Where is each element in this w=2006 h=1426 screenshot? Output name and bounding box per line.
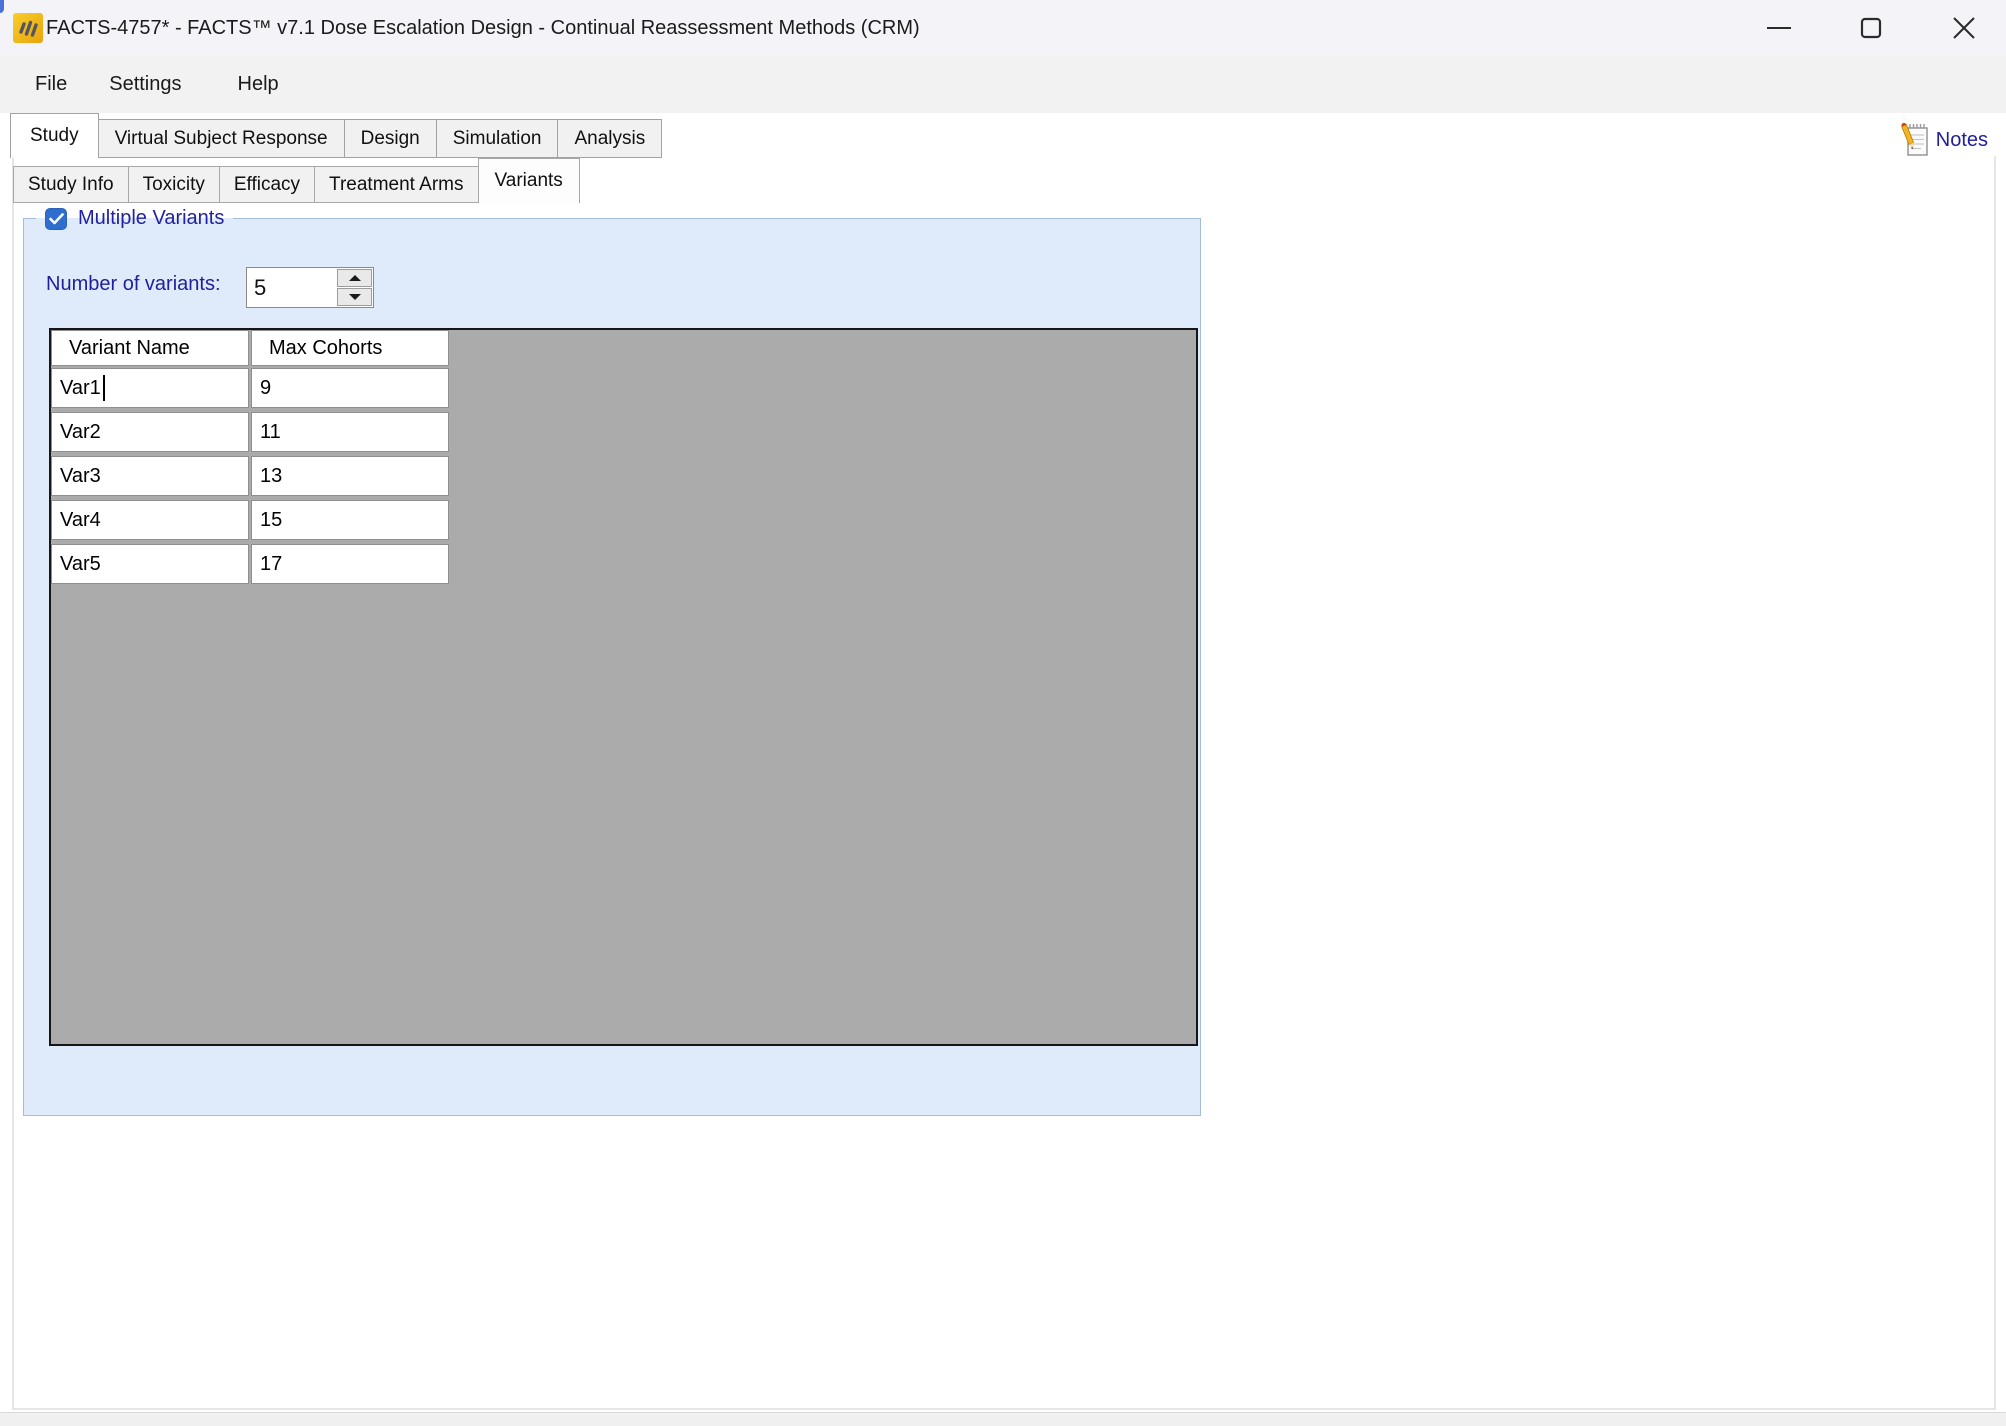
tab-efficacy[interactable]: Efficacy (219, 166, 315, 203)
checkmark-icon (49, 213, 64, 225)
menu-item-settings[interactable]: Settings (105, 67, 185, 102)
minimize-button[interactable] (1747, 0, 1811, 56)
menu-items: File Settings Help (31, 56, 283, 113)
max-cohorts-cell[interactable]: 13 (251, 456, 449, 496)
max-cohorts-value: 13 (260, 465, 282, 488)
variant-table: Variant NameMax Cohorts Var1 9 Var2 11 Var3 13… (49, 328, 1198, 1046)
tab-toxicity[interactable]: Toxicity (128, 166, 220, 203)
multiple-variants-checkbox[interactable] (45, 208, 67, 230)
menu-bar: FileSettingsHelp Notes (0, 56, 2006, 113)
table-row: Var3 13 (51, 456, 1196, 496)
spinner-up-icon (349, 275, 361, 281)
max-cohorts-cell[interactable]: 9 (251, 368, 449, 408)
tab-analysis[interactable]: Analysis (557, 119, 662, 158)
variant-name-value: Var2 (60, 421, 101, 444)
multiple-variants-label: Multiple Variants (78, 207, 224, 230)
variant-name-cell[interactable]: Var1 (51, 368, 249, 408)
notes-button[interactable]: Notes (1898, 116, 1988, 164)
maximize-icon (1858, 15, 1884, 41)
close-icon (1951, 15, 1977, 41)
window-bottom-strip (0, 1412, 2006, 1426)
max-cohorts-value: 17 (260, 553, 282, 576)
tab-variants[interactable]: Variants (478, 158, 580, 203)
table-header-row: Variant NameMax Cohorts (51, 330, 1196, 366)
variant-grid: Variant NameMax Cohorts Var1 9 Var2 11 Var3 13… (51, 330, 1196, 584)
multiple-variants-panel: Multiple Variants Number of variants: 5 … (23, 207, 1201, 1116)
maximize-button[interactable] (1839, 0, 1903, 56)
number-of-variants-spinner[interactable]: 5 (246, 267, 374, 308)
tab-treatment-arms[interactable]: Treatment Arms (314, 166, 478, 203)
table-row: Var5 17 (51, 544, 1196, 584)
variant-name-value: Var5 (60, 553, 101, 576)
variant-name-cell[interactable]: Var4 (51, 500, 249, 540)
max-cohorts-cell[interactable]: 15 (251, 500, 449, 540)
close-button[interactable] (1932, 0, 1996, 56)
tab-virtual-subject-response[interactable]: Virtual Subject Response (98, 119, 345, 158)
table-row: Var2 11 (51, 412, 1196, 452)
max-cohorts-cell[interactable]: 17 (251, 544, 449, 584)
secondary-tab-strip: Study InfoToxicityEfficacyTreatment Arms… (13, 158, 580, 203)
notes-label: Notes (1936, 129, 1988, 152)
table-row: Var1 9 (51, 368, 1196, 408)
variant-name-cell[interactable]: Var3 (51, 456, 249, 496)
facts-logo-icon (13, 13, 43, 43)
max-cohorts-value: 9 (260, 377, 271, 400)
title-bar: FACTS-4757* - FACTS™ v7.1 Dose Escalatio… (0, 0, 2006, 56)
menu-item-file[interactable]: File (31, 67, 71, 102)
multiple-variants-legend: Multiple Variants (36, 207, 233, 230)
max-cohorts-value: 11 (260, 421, 281, 444)
menu-item-help[interactable]: Help (234, 67, 283, 102)
spinner-down-icon (349, 294, 361, 300)
table-row: Var4 15 (51, 500, 1196, 540)
column-header-max-cohorts: Max Cohorts (251, 330, 449, 366)
minimize-icon (1766, 15, 1792, 41)
max-cohorts-value: 15 (260, 509, 282, 532)
tab-simulation[interactable]: Simulation (436, 119, 559, 158)
spinner-down-button[interactable] (337, 288, 372, 306)
variant-name-cell[interactable]: Var5 (51, 544, 249, 584)
tab-study-info[interactable]: Study Info (13, 166, 129, 203)
window-corner-artifact (0, 0, 4, 13)
primary-tab-strip: StudyVirtual Subject ResponseDesignSimul… (10, 113, 662, 158)
max-cohorts-cell[interactable]: 11 (251, 412, 449, 452)
notepad-pencil-icon (1898, 121, 1930, 159)
variant-name-value: Var1 (60, 377, 101, 400)
text-cursor (103, 375, 105, 401)
variant-name-value: Var3 (60, 465, 101, 488)
variant-name-cell[interactable]: Var2 (51, 412, 249, 452)
column-header-variant-name: Variant Name (51, 330, 249, 366)
number-of-variants-value: 5 (254, 268, 266, 307)
tab-design[interactable]: Design (344, 119, 437, 158)
spinner-buttons (337, 269, 372, 306)
spinner-up-button[interactable] (337, 269, 372, 287)
tab-study[interactable]: Study (10, 113, 99, 158)
window-title: FACTS-4757* - FACTS™ v7.1 Dose Escalatio… (46, 0, 920, 56)
variant-name-value: Var4 (60, 509, 101, 532)
number-of-variants-label: Number of variants: (46, 273, 221, 296)
